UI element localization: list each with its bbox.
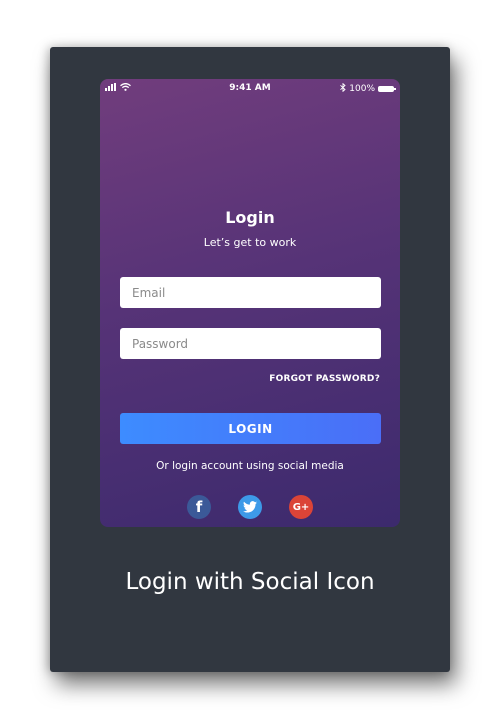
facebook-glyph: f <box>195 498 203 516</box>
status-bar: 9:41 AM 100% <box>100 79 400 97</box>
twitter-bird-icon <box>243 501 257 513</box>
social-login-text: Or login account using social media <box>156 460 344 472</box>
twitter-icon[interactable] <box>238 495 262 519</box>
showcase-card: 9:41 AM 100% Login Let’s get to work FOR… <box>50 47 450 672</box>
page-subtitle: Let’s get to work <box>203 236 297 249</box>
google-plus-icon[interactable]: G+ <box>289 495 313 519</box>
battery-icon <box>378 86 396 92</box>
battery-percentage: 100% <box>349 84 375 94</box>
email-field[interactable] <box>120 277 381 308</box>
forgot-password-link[interactable]: FORGOT PASSWORD? <box>269 374 380 384</box>
facebook-icon[interactable]: f <box>187 495 211 519</box>
bluetooth-icon <box>340 82 346 95</box>
page-title: Login <box>225 208 275 227</box>
status-right: 100% <box>340 82 396 95</box>
password-field[interactable] <box>120 328 381 359</box>
google-plus-glyph: G+ <box>292 501 310 513</box>
phone-screen: 9:41 AM 100% Login Let’s get to work FOR… <box>100 79 400 527</box>
login-button[interactable]: LOGIN <box>120 413 381 444</box>
caption: Login with Social Icon <box>125 569 375 595</box>
